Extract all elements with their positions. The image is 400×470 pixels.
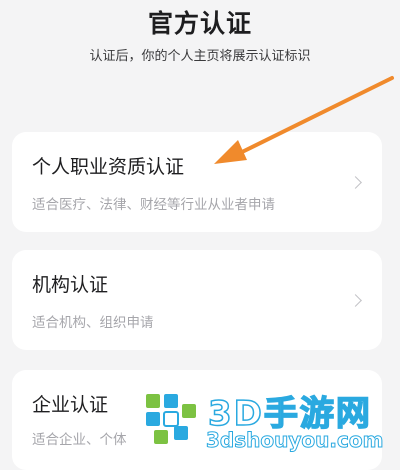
card-title: 企业认证 xyxy=(32,394,109,416)
personal-certification-card[interactable]: 个人职业资质认证 适合医疗、法律、财经等行业从业者申请 xyxy=(12,132,382,232)
watermark-url: 3dshouyou.com xyxy=(205,428,384,453)
page-subtitle: 认证后，你的个人主页将展示认证标识 xyxy=(89,49,311,64)
chevron-right-icon xyxy=(349,176,362,189)
card-description: 适合机构、组织申请 xyxy=(32,315,154,331)
watermark: 3D手游网 3dshouyou.com xyxy=(140,378,400,458)
organization-certification-card[interactable]: 机构认证 适合机构、组织申请 xyxy=(12,250,382,350)
card-description: 适合医疗、法律、财经等行业从业者申请 xyxy=(32,197,275,213)
card-title: 个人职业资质认证 xyxy=(32,156,185,178)
page-title: 官方认证 xyxy=(147,9,252,38)
card-title: 机构认证 xyxy=(32,274,109,296)
card-description: 适合企业、个体 xyxy=(32,432,127,448)
chevron-right-icon xyxy=(349,294,362,307)
watermark-logo-icon xyxy=(146,394,196,444)
